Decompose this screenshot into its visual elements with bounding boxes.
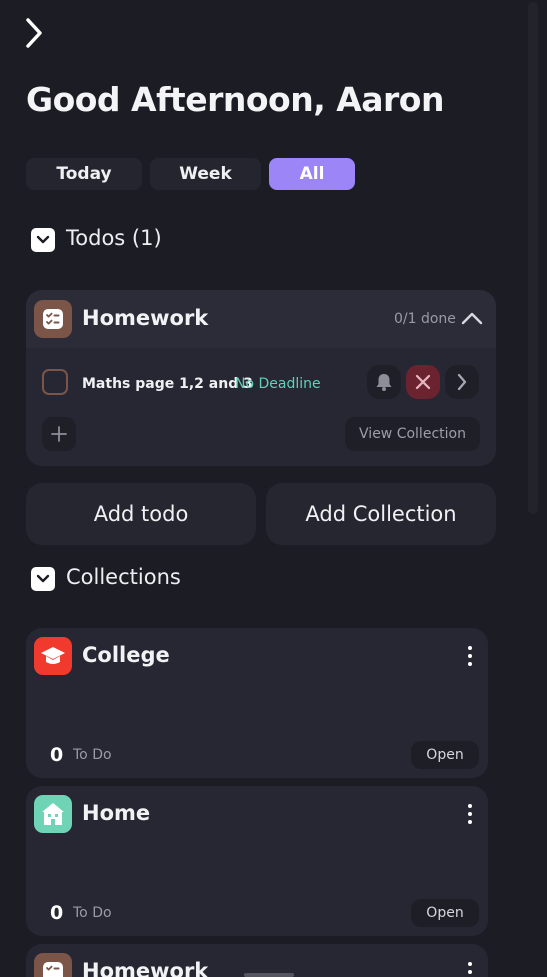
scrollbar[interactable]: [528, 2, 538, 514]
home-indicator: [244, 973, 294, 977]
tab-week[interactable]: Week: [150, 158, 261, 190]
checklist-icon: [34, 300, 72, 338]
chevron-down-icon: [36, 235, 50, 244]
plus-icon: [51, 426, 67, 442]
more-options-icon[interactable]: [466, 646, 474, 666]
chevron-right-icon: [457, 373, 467, 391]
collection-card-college[interactable]: College 0 To Do Open: [26, 628, 488, 778]
reminder-button[interactable]: [367, 365, 401, 399]
todo-item-deadline: No Deadline: [235, 376, 321, 392]
greeting-title: Good Afternoon, Aaron: [26, 80, 444, 119]
more-options-icon[interactable]: [466, 804, 474, 824]
view-collection-button[interactable]: View Collection: [345, 417, 480, 451]
collection-todo-count: 0: [50, 902, 64, 924]
tab-all[interactable]: All: [269, 158, 355, 190]
todo-group-card: Homework 0/1 done Maths page 1,2 and 3 N…: [26, 290, 496, 466]
open-todo-button[interactable]: [445, 365, 479, 399]
close-icon: [415, 374, 431, 390]
house-icon: [34, 795, 72, 833]
collection-todo-label: To Do: [73, 747, 112, 763]
add-todo-button[interactable]: Add todo: [26, 483, 256, 545]
tab-today[interactable]: Today: [26, 158, 142, 190]
todos-collapse-toggle[interactable]: [31, 228, 55, 252]
collection-name: College: [82, 643, 170, 667]
todo-item-text: Maths page 1,2 and 3: [82, 376, 253, 392]
chevron-right-icon: [26, 18, 42, 48]
collection-name: Homework: [82, 959, 209, 977]
collections-section-title: Collections: [66, 565, 181, 589]
todo-checkbox[interactable]: [42, 369, 68, 395]
delete-todo-button[interactable]: [406, 365, 440, 399]
add-item-button[interactable]: [42, 417, 76, 451]
todos-section-title: Todos (1): [66, 226, 162, 250]
bell-icon: [376, 374, 392, 391]
more-options-icon[interactable]: [466, 962, 474, 977]
todo-group-name: Homework: [82, 306, 209, 330]
open-collection-button[interactable]: Open: [411, 899, 479, 927]
open-collection-button[interactable]: Open: [411, 741, 479, 769]
checklist-icon: [34, 953, 72, 977]
chevron-up-icon: [461, 312, 483, 325]
collapse-group-button[interactable]: [460, 308, 484, 328]
chevron-down-icon: [36, 574, 50, 583]
collection-todo-label: To Do: [73, 905, 112, 921]
collection-card-home[interactable]: Home 0 To Do Open: [26, 786, 488, 936]
collection-name: Home: [82, 801, 151, 825]
collections-collapse-toggle[interactable]: [31, 567, 55, 591]
todo-group-progress: 0/1 done: [394, 311, 456, 327]
collection-todo-count: 0: [50, 744, 64, 766]
add-collection-button[interactable]: Add Collection: [266, 483, 496, 545]
back-button[interactable]: [22, 16, 46, 50]
graduation-cap-icon: [34, 637, 72, 675]
